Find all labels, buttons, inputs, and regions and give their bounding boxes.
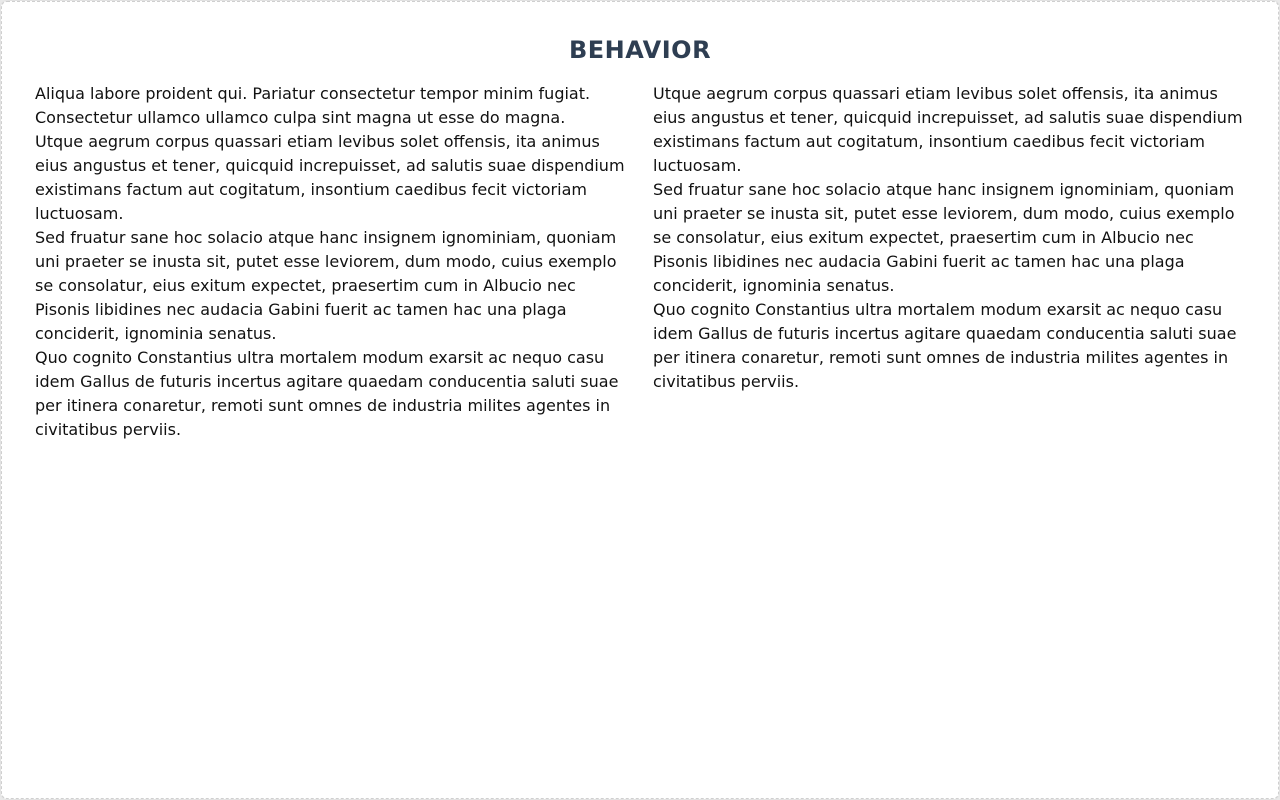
paragraph: Quo cognito Constantius ultra mortalem m… [35,348,619,439]
text-column-right: Utque aegrum corpus quassari etiam levib… [653,82,1249,394]
paragraph: Sed fruatur sane hoc solacio atque hanc … [35,228,617,343]
paragraph: Quo cognito Constantius ultra mortalem m… [653,300,1237,391]
paragraph: Utque aegrum corpus quassari etiam levib… [35,132,625,223]
document-page: BEHAVIOR Aliqua labore proident qui. Par… [1,1,1279,799]
page-title: BEHAVIOR [568,36,712,64]
text-column-left: Aliqua labore proident qui. Pariatur con… [35,82,631,442]
paragraph: Utque aegrum corpus quassari etiam levib… [653,84,1243,175]
paragraph: Aliqua labore proident qui. Pariatur con… [35,84,591,127]
paragraph: Sed fruatur sane hoc solacio atque hanc … [653,180,1235,295]
